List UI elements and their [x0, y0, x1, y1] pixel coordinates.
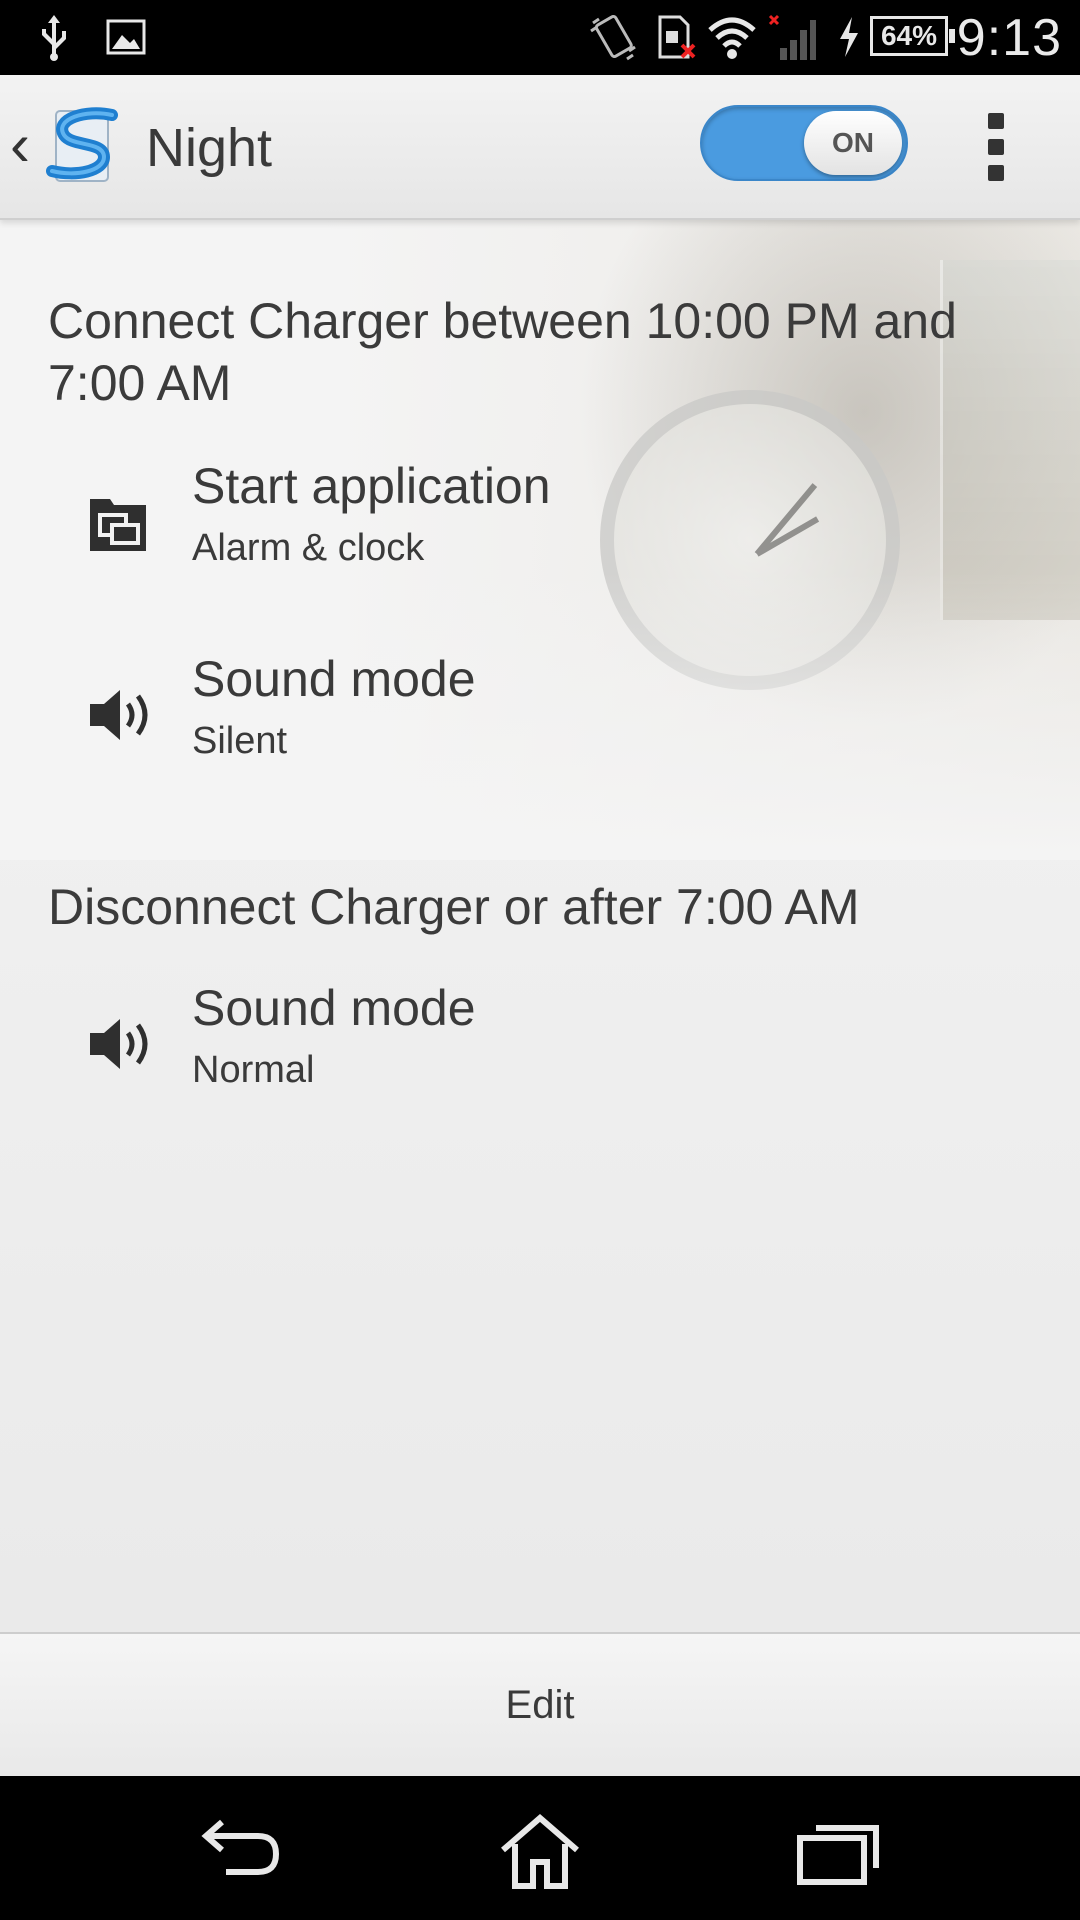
item-title: Start application — [192, 458, 551, 514]
list-item-sound-mode-normal[interactable]: Sound mode Normal — [0, 977, 1080, 1117]
toggle-label: ON — [832, 127, 874, 158]
up-navigation-icon[interactable]: ‹ — [10, 115, 30, 175]
charging-icon — [834, 12, 864, 62]
edit-label: Edit — [505, 1682, 575, 1727]
smart-connect-logo-icon[interactable] — [46, 105, 122, 187]
sd-card-error-icon — [654, 12, 698, 62]
signal-icon — [766, 12, 818, 62]
home-icon[interactable] — [495, 1814, 585, 1890]
speaker-icon — [86, 1013, 156, 1083]
usb-icon — [34, 12, 74, 62]
item-subtitle: Silent — [192, 720, 288, 762]
vibrate-icon — [586, 12, 640, 62]
battery-icon: 64% — [870, 16, 955, 56]
toggle-knob: ON — [804, 111, 902, 175]
speaker-icon — [86, 684, 156, 754]
back-icon[interactable] — [196, 1814, 286, 1890]
item-subtitle: Alarm & clock — [192, 527, 425, 569]
status-bar: 64% 9:13 — [0, 0, 1080, 75]
status-time: 9:13 — [956, 9, 1062, 67]
navigation-bar — [0, 1776, 1080, 1920]
action-bar: ‹ Night ON — [0, 75, 1080, 220]
overflow-menu-icon[interactable] — [982, 113, 1010, 183]
recent-apps-icon[interactable] — [794, 1814, 884, 1890]
event-details: Connect Charger between 10:00 PM and 7:0… — [0, 220, 1080, 1632]
list-item-start-application[interactable]: Start application Alarm & clock — [0, 455, 1080, 595]
start-application-icon — [86, 495, 156, 565]
page-title: Night — [146, 118, 273, 178]
item-title: Sound mode — [192, 980, 476, 1036]
wifi-icon — [706, 12, 758, 62]
image-icon — [104, 12, 148, 62]
list-item-sound-mode-silent[interactable]: Sound mode Silent — [0, 648, 1080, 788]
item-subtitle: Normal — [192, 1049, 315, 1091]
night-event-toggle[interactable]: ON — [700, 105, 908, 181]
item-title: Sound mode — [192, 651, 476, 707]
screen: 64% 9:13 ‹ Night ON Connect Charger betw… — [0, 0, 1080, 1920]
section-heading-disconnect: Disconnect Charger or after 7:00 AM — [48, 879, 860, 935]
battery-percent: 64% — [880, 20, 938, 51]
edit-button[interactable]: Edit — [0, 1632, 1080, 1776]
section-heading-connect: Connect Charger between 10:00 PM and 7:0… — [48, 293, 957, 411]
